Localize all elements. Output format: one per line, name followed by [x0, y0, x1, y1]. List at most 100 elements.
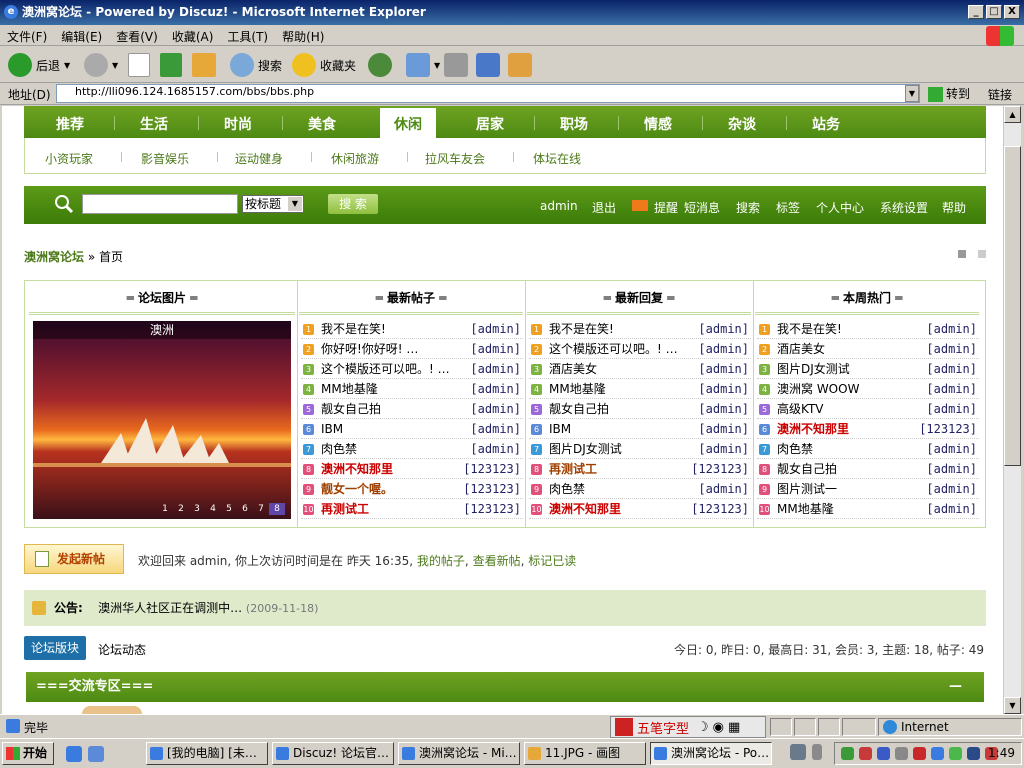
nav-xiuxian[interactable]: 休闲 — [380, 108, 436, 138]
edit-button[interactable] — [476, 51, 504, 79]
forum-search-input[interactable] — [82, 194, 238, 214]
task-discuz-official[interactable]: Discuz! 论坛官… — [272, 742, 394, 765]
new-posts-link[interactable]: 查看新帖 — [473, 554, 521, 568]
post-title-link[interactable]: IBM — [549, 419, 699, 439]
tray-icon[interactable] — [931, 747, 944, 760]
help-link[interactable]: 帮助 — [942, 199, 966, 216]
slide-page-4[interactable]: 4 — [205, 503, 221, 515]
tray-icon[interactable] — [895, 747, 908, 760]
back-dropdown-icon[interactable]: ▼ — [64, 61, 70, 70]
post-title-link[interactable]: 靓女一个喔。 — [321, 479, 471, 499]
subnav-xiaozi[interactable]: 小资玩家 — [45, 150, 93, 167]
network-icon[interactable] — [790, 744, 806, 760]
pm-link[interactable]: 短消息 — [684, 199, 720, 216]
nav-zhichang[interactable]: 职场 — [560, 114, 588, 134]
post-author-link[interactable]: [admin] — [470, 419, 521, 439]
section-header[interactable]: ===交流专区=== — — [26, 672, 984, 702]
slide-page-5[interactable]: 5 — [221, 503, 237, 515]
latest-post-row[interactable]: 6 IBM [admin] — [301, 419, 523, 439]
latest-post-row[interactable]: 8 澳洲不知那里 [123123] — [301, 459, 523, 479]
stop-button[interactable] — [128, 51, 154, 79]
ime-keyboard-icon[interactable]: ▦ — [728, 720, 740, 735]
post-title-link[interactable]: 图片DJ女测试 — [549, 439, 699, 459]
hot-post-row[interactable]: 7 肉色禁 [admin] — [757, 439, 979, 459]
post-author-link[interactable]: [admin] — [470, 359, 521, 379]
post-title-link[interactable]: 图片测试一 — [777, 479, 927, 499]
print-button[interactable] — [444, 51, 472, 79]
tray-icon[interactable] — [877, 747, 890, 760]
post-title-link[interactable]: IBM — [321, 419, 471, 439]
latest-post-row[interactable]: 5 靓女自己拍 [admin] — [301, 399, 523, 419]
refresh-button[interactable] — [160, 51, 186, 79]
logout-link[interactable]: 退出 — [592, 199, 616, 216]
layout-toggle-narrow[interactable] — [978, 250, 986, 258]
start-button[interactable]: 开始 — [2, 742, 54, 765]
scroll-down-icon[interactable]: ▼ — [1004, 697, 1021, 714]
latest-reply-row[interactable]: 2 这个模版还可以吧。! … [admin] — [529, 339, 751, 359]
close-button[interactable]: X — [1004, 5, 1020, 19]
hot-post-row[interactable]: 3 图片DJ女测试 [admin] — [757, 359, 979, 379]
post-author-link[interactable]: [admin] — [470, 399, 521, 419]
post-author-link[interactable]: [admin] — [926, 479, 977, 499]
post-author-link[interactable]: [123123] — [919, 419, 977, 439]
nav-tuijian[interactable]: 推荐 — [56, 114, 84, 134]
post-author-link[interactable]: [admin] — [698, 339, 749, 359]
latest-post-row[interactable]: 4 MM地基隆 [admin] — [301, 379, 523, 399]
hot-post-row[interactable]: 2 酒店美女 [admin] — [757, 339, 979, 359]
layout-toggle-wide[interactable] — [958, 250, 966, 258]
latest-post-row[interactable]: 10 再测试工 [123123] — [301, 499, 523, 519]
menu-file[interactable]: 文件(F) — [0, 25, 54, 48]
hot-post-row[interactable]: 1 我不是在笑! [admin] — [757, 319, 979, 339]
subnav-titan[interactable]: 体坛在线 — [533, 150, 581, 167]
post-author-link[interactable]: [admin] — [926, 439, 977, 459]
post-title-link[interactable]: 这个模版还可以吧。! … — [321, 359, 471, 379]
latest-post-row[interactable]: 1 我不是在笑! [admin] — [301, 319, 523, 339]
latest-reply-row[interactable]: 9 肉色禁 [admin] — [529, 479, 751, 499]
go-button[interactable]: 转到 — [928, 85, 970, 102]
ime-punct-icon[interactable]: ◉ — [713, 720, 724, 735]
my-posts-link[interactable]: 我的帖子 — [417, 554, 465, 568]
post-author-link[interactable]: [123123] — [691, 499, 749, 519]
slide-page-7[interactable]: 7 — [253, 503, 269, 515]
post-author-link[interactable]: [admin] — [698, 319, 749, 339]
search-button[interactable]: 搜索 — [230, 51, 282, 79]
tags-link[interactable]: 标签 — [776, 199, 800, 216]
search-type-select[interactable]: 按标题 ▼ — [242, 195, 304, 213]
ie-quicklaunch-icon[interactable] — [66, 746, 82, 762]
post-title-link[interactable]: 澳洲窝 WOOW — [777, 379, 927, 399]
post-title-link[interactable]: 澳洲不知那里 — [777, 419, 927, 439]
latest-post-row[interactable]: 7 肉色禁 [admin] — [301, 439, 523, 459]
post-author-link[interactable]: [admin] — [926, 459, 977, 479]
post-title-link[interactable]: 再测试工 — [549, 459, 699, 479]
nav-meishi[interactable]: 美食 — [308, 114, 336, 134]
post-author-link[interactable]: [admin] — [926, 319, 977, 339]
post-title-link[interactable]: 靓女自己拍 — [321, 399, 471, 419]
post-title-link[interactable]: 我不是在笑! — [549, 319, 699, 339]
nav-zatan[interactable]: 杂谈 — [728, 114, 756, 134]
post-author-link[interactable]: [admin] — [926, 339, 977, 359]
post-title-link[interactable]: 你好呀!你好呀! … — [321, 339, 471, 359]
hot-post-row[interactable]: 6 澳洲不知那里 [123123] — [757, 419, 979, 439]
slide-page-2[interactable]: 2 — [173, 503, 189, 515]
task-paint[interactable]: 11.JPG - 画图 — [524, 742, 646, 765]
post-author-link[interactable]: [123123] — [463, 499, 521, 519]
latest-post-row[interactable]: 9 靓女一个喔。 [123123] — [301, 479, 523, 499]
slide-page-6[interactable]: 6 — [237, 503, 253, 515]
address-dropdown-icon[interactable]: ▼ — [905, 85, 919, 102]
title-bar[interactable]: e 澳洲窝论坛 - Powered by Discuz! - Microsoft… — [0, 0, 1024, 25]
post-title-link[interactable]: MM地基隆 — [777, 499, 927, 519]
post-title-link[interactable]: 澳洲不知那里 — [549, 499, 699, 519]
post-author-link[interactable]: [admin] — [470, 319, 521, 339]
popup-blocker-icon[interactable] — [842, 718, 876, 736]
menu-favorites[interactable]: 收藏(A) — [165, 25, 221, 48]
latest-reply-row[interactable]: 10 澳洲不知那里 [123123] — [529, 499, 751, 519]
forum-slideshow[interactable]: 澳洲 12345678 — [33, 321, 291, 519]
subnav-yundong[interactable]: 运动健身 — [235, 150, 283, 167]
plus-icon[interactable] — [949, 747, 962, 760]
user-center-link[interactable]: 个人中心 — [816, 199, 864, 216]
post-title-link[interactable]: 再测试工 — [321, 499, 471, 519]
desktop-quicklaunch-icon[interactable] — [88, 746, 104, 762]
slide-page-3[interactable]: 3 — [189, 503, 205, 515]
forum-search-button[interactable]: 搜 索 — [328, 194, 378, 214]
hot-post-row[interactable]: 5 高级KTV [admin] — [757, 399, 979, 419]
